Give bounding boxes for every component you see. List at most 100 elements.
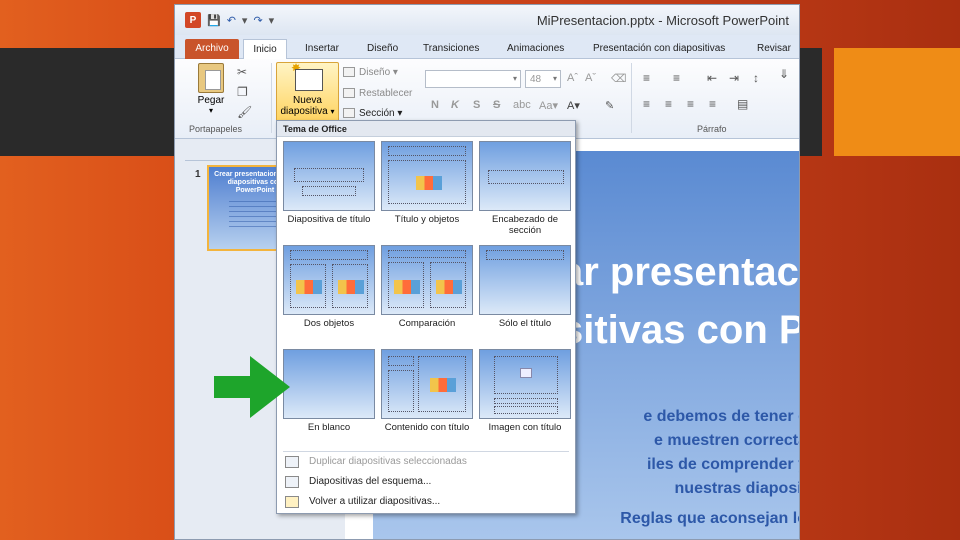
reuse-icon [285, 496, 299, 508]
slide-number: 1 [195, 169, 201, 180]
clipboard-icon [198, 63, 224, 93]
reuse-slides-item[interactable]: Volver a utilizar diapositivas... [281, 493, 571, 511]
layout-thumbnail [479, 245, 571, 315]
justify-icon[interactable]: ≡ [709, 97, 716, 111]
layout-solo-titulo[interactable]: Sólo el título [477, 245, 573, 329]
numbering-icon[interactable]: ≡ [673, 71, 680, 85]
format-painter-icon[interactable]: 🖌 [237, 105, 252, 119]
layout-titulo-objetos[interactable]: Título y objetos [379, 141, 475, 225]
new-slide-label-2: diapositiva [280, 106, 328, 117]
tab-revisar[interactable]: Revisar [751, 39, 797, 59]
dropdown-icon[interactable]: ▾ [242, 14, 248, 27]
cut-icon[interactable]: ✂ [237, 65, 247, 79]
duplicate-slides-item[interactable]: Duplicar diapositivas seleccionadas [281, 453, 571, 471]
tab-diseno[interactable]: Diseño [361, 39, 404, 59]
new-slide-dropdown: Tema de Office Diapositiva de título Tít… [276, 120, 576, 514]
menu-item-label: Volver a utilizar diapositivas... [309, 496, 441, 507]
powerpoint-icon[interactable]: P [185, 12, 201, 28]
layout-comparacion[interactable]: Comparación [379, 245, 475, 329]
align-left-icon[interactable]: ≡ [643, 97, 650, 111]
font-name-field[interactable]: ▾ [425, 70, 521, 88]
placeholder [388, 146, 466, 156]
placeholder [302, 186, 356, 196]
line-spacing-icon[interactable]: ↕ [753, 71, 759, 85]
placeholder [494, 406, 558, 414]
case-icon[interactable]: Aa▾ [539, 99, 558, 112]
content-icon [296, 280, 322, 294]
section-button[interactable]: Sección ▾ [343, 108, 402, 119]
new-slide-button[interactable]: ✸ Nueva diapositiva ▾ [276, 62, 339, 124]
tab-presentacion[interactable]: Presentación con diapositivas [587, 39, 731, 59]
tab-insertar[interactable]: Insertar [299, 39, 345, 59]
shrink-font-icon[interactable]: Aˇ [585, 72, 596, 84]
layout-imagen-titulo[interactable]: Imagen con título [477, 349, 573, 433]
placeholder [494, 398, 558, 404]
shadow-icon[interactable]: S [473, 99, 480, 111]
placeholder [290, 250, 368, 260]
paragraph-group-label: Párrafo [697, 124, 727, 134]
redo-icon[interactable]: ↷ [253, 14, 262, 27]
layout-label: Diseño [359, 67, 391, 78]
placeholder [388, 370, 414, 412]
pane-tabs[interactable] [185, 145, 285, 161]
save-icon[interactable]: 💾 [207, 14, 221, 27]
menu-item-label: Diapositivas del esquema... [309, 476, 432, 487]
layout-icon [343, 67, 355, 78]
font-color-icon[interactable]: A▾ [567, 99, 580, 112]
tab-animaciones[interactable]: Animaciones [501, 39, 570, 59]
layout-label: Sólo el título [498, 318, 552, 329]
layout-titulo[interactable]: Diapositiva de título [281, 141, 377, 225]
menu-item-label: Duplicar diapositivas seleccionadas [309, 456, 467, 467]
layout-label: Título y objetos [394, 214, 460, 225]
highlight-icon[interactable]: ✎ [605, 99, 614, 112]
copy-icon[interactable]: ❐ [237, 85, 248, 99]
slide-icon [295, 69, 323, 91]
tab-transiciones[interactable]: Transiciones [417, 39, 485, 59]
font-size-field[interactable]: 48 ▾ [525, 70, 561, 88]
quick-access-toolbar: P 💾 ↶ ▾ ↷ ▾ [185, 12, 274, 28]
italic-icon[interactable]: K [451, 99, 459, 111]
layout-encabezado[interactable]: Encabezado de sección [477, 141, 573, 236]
outline-slides-item[interactable]: Diapositivas del esquema... [281, 473, 571, 491]
tab-archivo[interactable]: Archivo [185, 39, 239, 59]
align-right-icon[interactable]: ≡ [687, 97, 694, 111]
clear-format-icon[interactable]: ⌫ [611, 72, 627, 85]
grow-font-icon[interactable]: Aˆ [567, 72, 578, 84]
customize-qat-icon[interactable]: ▾ [269, 14, 275, 27]
title-bar: P 💾 ↶ ▾ ↷ ▾ MiPresentacion.pptx - Micros… [175, 5, 799, 35]
bold-icon[interactable]: N [431, 99, 439, 111]
layout-thumbnail [479, 141, 571, 211]
decrease-indent-icon[interactable]: ⇤ [707, 71, 717, 85]
slide-title-line: ar presentac [561, 250, 799, 294]
content-icon [338, 280, 364, 294]
chevron-down-icon: ▾ [512, 74, 517, 83]
accent-block [834, 48, 960, 156]
text-direction-icon[interactable]: ⇓ [779, 67, 789, 81]
paste-label: Pegar [197, 95, 225, 106]
undo-icon[interactable]: ↶ [227, 14, 236, 27]
columns-icon[interactable]: ▤ [737, 97, 748, 111]
layout-label: Dos objetos [303, 318, 355, 329]
spacing-icon[interactable]: abc [513, 99, 531, 111]
tab-inicio[interactable]: Inicio [243, 39, 287, 59]
layout-label: Diapositiva de título [287, 214, 371, 225]
bullets-icon[interactable]: ≡ [643, 71, 650, 85]
placeholder [486, 250, 564, 260]
reset-button[interactable]: Restablecer [343, 88, 412, 99]
strikethrough-icon[interactable]: S [493, 99, 500, 111]
menu-header: Tema de Office [277, 121, 575, 137]
layout-contenido-titulo[interactable]: Contenido con título [379, 349, 475, 433]
layout-en-blanco[interactable]: En blanco [281, 349, 377, 433]
layout-dos-objetos[interactable]: Dos objetos [281, 245, 377, 329]
align-center-icon[interactable]: ≡ [665, 97, 672, 111]
section-icon [343, 108, 355, 119]
increase-indent-icon[interactable]: ⇥ [729, 71, 739, 85]
paste-button[interactable]: Pegar ▾ [189, 63, 233, 115]
placeholder [488, 170, 564, 184]
group-divider [271, 63, 272, 133]
layout-label: Encabezado de sección [491, 214, 559, 236]
layout-button[interactable]: Diseño ▾ [343, 67, 398, 78]
duplicate-icon [285, 456, 299, 468]
layout-thumbnail [381, 141, 473, 211]
green-arrow-icon [214, 356, 290, 418]
